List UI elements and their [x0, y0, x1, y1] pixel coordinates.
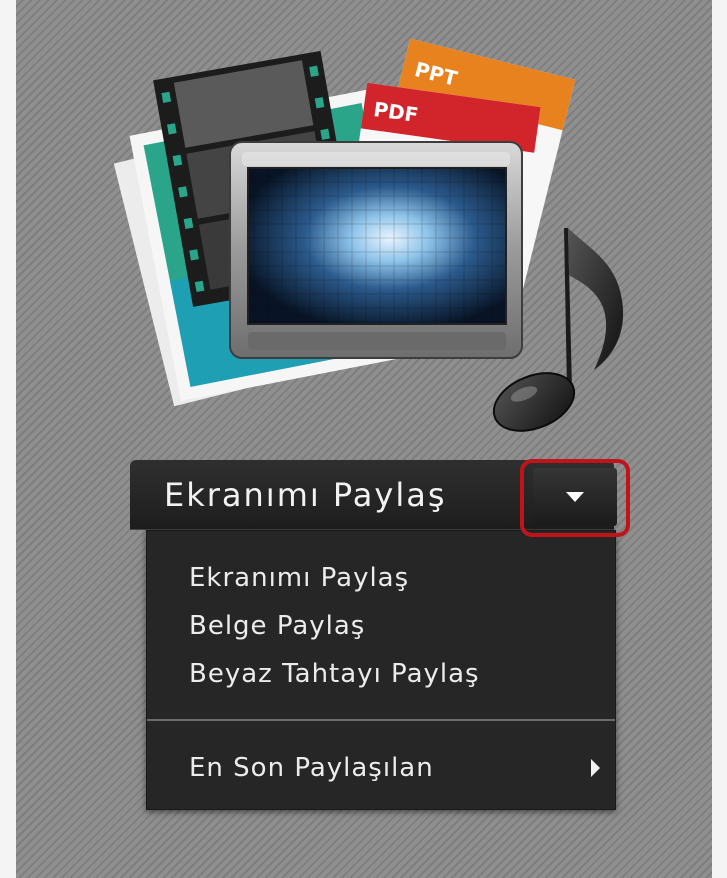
menu-separator [147, 719, 615, 721]
menu-item-share-document[interactable]: Belge Paylaş [189, 611, 365, 641]
share-dropdown-menu: Ekranımı Paylaş Belge Paylaş Beyaz Tahta… [146, 530, 616, 810]
menu-item-recently-shared[interactable]: En Son Paylaşılan [189, 753, 434, 783]
menu-item-share-whiteboard[interactable]: Beyaz Tahtayı Paylaş [189, 659, 480, 689]
share-illustration-icon: PPT PDF [113, 38, 624, 432]
share-pod: PPT PDF Ekranımı Paylaş Ekranımı Paylaş … [16, 0, 712, 878]
share-button-label: Ekranımı Paylaş [164, 476, 447, 514]
menu-item-share-screen[interactable]: Ekranımı Paylaş [189, 563, 409, 593]
submenu-arrow-icon [591, 759, 600, 777]
highlight-box [520, 459, 630, 537]
